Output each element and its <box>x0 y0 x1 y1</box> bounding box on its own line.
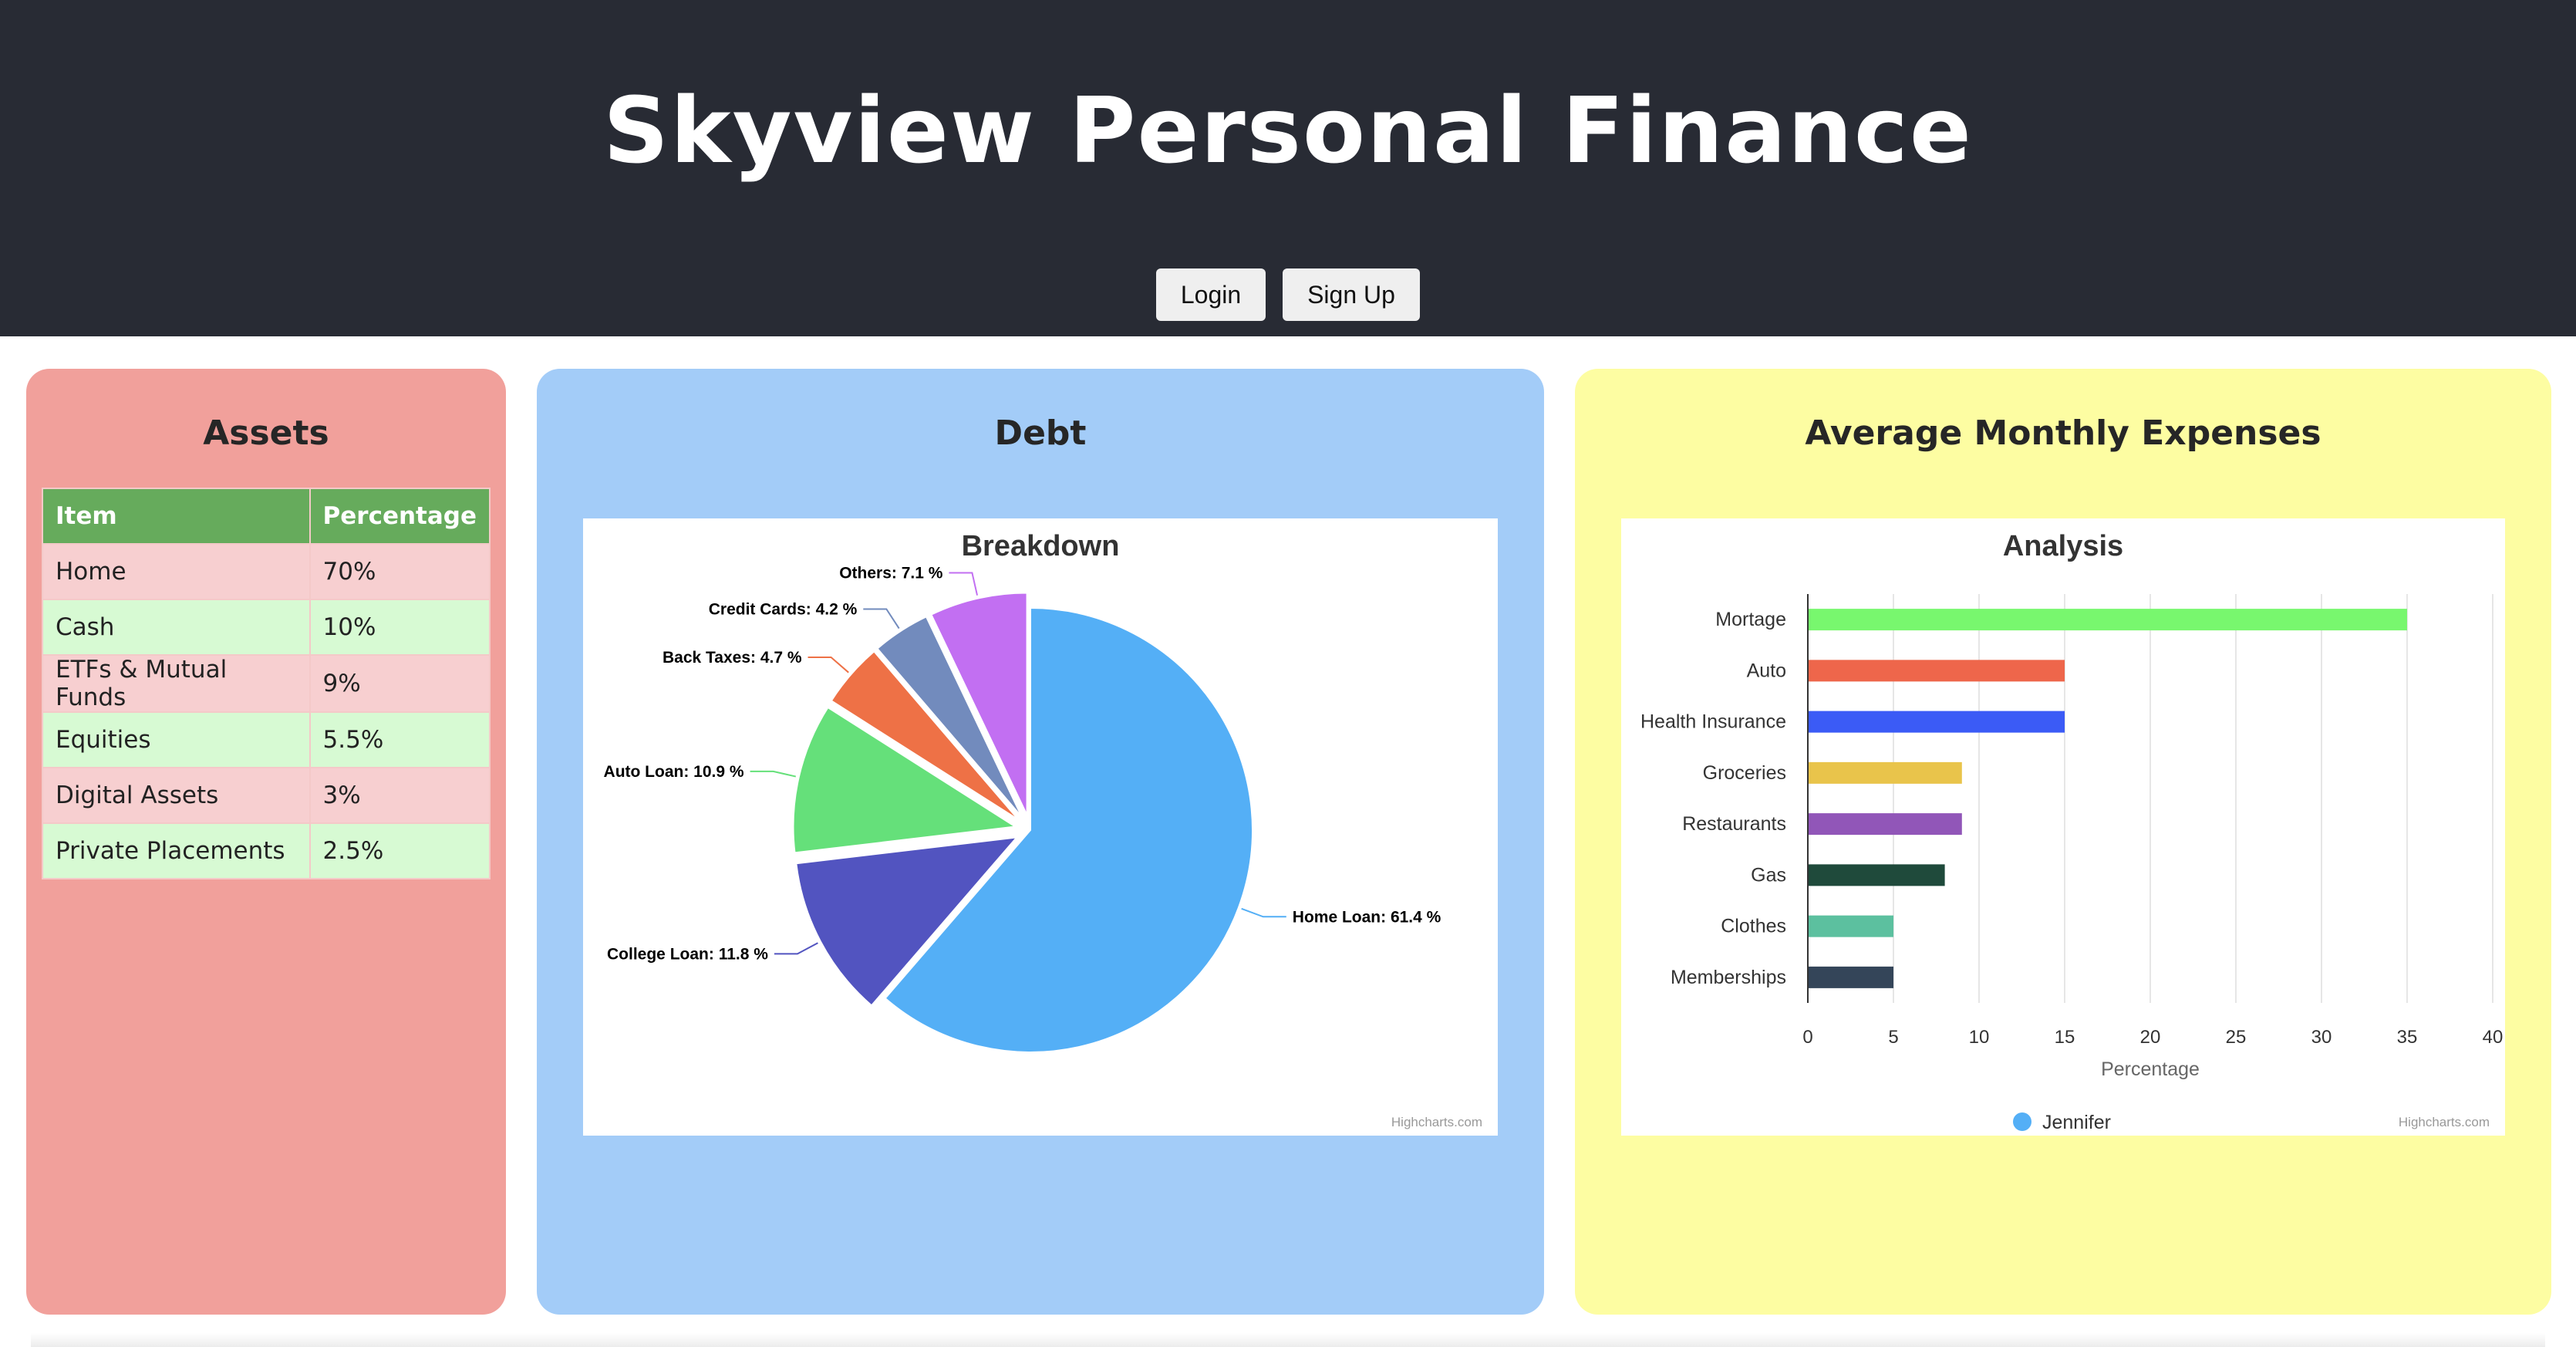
x-tick-label: 15 <box>2055 1027 2075 1048</box>
asset-percentage: 70% <box>309 543 491 600</box>
pie-data-label: Others: 7.1 % <box>839 564 943 582</box>
y-category-label: Memberships <box>1671 967 1786 988</box>
pie-data-label: Auto Loan: 10.9 % <box>604 763 744 781</box>
assets-title: Assets <box>203 414 329 453</box>
bar-chart-svg: Analysis 0 5 10 15 20 25 30 35 40 Mortage Auto Healt… <box>1640 530 2504 1133</box>
pie-data-label: Home Loan: 61.4 % <box>1293 908 1441 926</box>
pie-data-label: College Loan: 11.8 % <box>607 945 768 963</box>
bar <box>1809 761 1962 784</box>
column-header-item: Item <box>42 488 311 545</box>
asset-percentage: 3% <box>309 767 491 824</box>
table-row: Home 70% <box>42 543 491 600</box>
x-tick-label: 40 <box>2483 1027 2504 1048</box>
bar <box>1809 915 1893 937</box>
x-tick-label: 30 <box>2311 1027 2332 1048</box>
debt-title: Debt <box>994 414 1087 453</box>
login-button[interactable]: Login <box>1156 268 1266 321</box>
pie-connector <box>863 608 900 630</box>
highcharts-credit: Highcharts.com <box>2399 1115 2490 1129</box>
pie-chart-title: Breakdown <box>962 530 1120 562</box>
table-row: Digital Assets 3% <box>42 767 491 824</box>
asset-percentage: 9% <box>309 654 491 713</box>
debt-pie-chart: Breakdown Home Loan: 61.4 % College Loan: … <box>583 518 1498 1136</box>
bar <box>1809 864 1945 886</box>
bar <box>1809 966 1893 988</box>
bar-chart-title: Analysis <box>2003 530 2123 562</box>
pie-data-label: Back Taxes: 4.7 % <box>663 649 802 667</box>
y-category-label: Clothes <box>1721 916 1786 937</box>
table-row: Private Placements 2.5% <box>42 822 491 879</box>
x-tick-label: 20 <box>2140 1027 2161 1048</box>
auth-buttons: Login Sign Up <box>0 268 2576 321</box>
x-tick-label: 5 <box>1888 1027 1898 1048</box>
asset-percentage: 10% <box>309 599 491 656</box>
asset-item: Digital Assets <box>42 767 311 824</box>
page-bottom-edge <box>31 1333 2545 1347</box>
highcharts-credit: Highcharts.com <box>1391 1115 1482 1129</box>
expenses-title: Average Monthly Expenses <box>1805 414 2321 453</box>
pie-connector <box>750 770 797 778</box>
x-tick-label: 25 <box>2226 1027 2247 1048</box>
asset-percentage: 5.5% <box>309 711 491 768</box>
y-category-label: Restaurants <box>1682 813 1786 835</box>
y-category-label: Health Insurance <box>1640 711 1786 733</box>
assets-card: Assets Item Percentage Home 70% Cash 10%… <box>26 369 506 1315</box>
table-row: Cash 10% <box>42 599 491 656</box>
legend-label: Jennifer <box>2042 1112 2111 1133</box>
pie-connector <box>1241 907 1286 918</box>
table-row: ETFs & Mutual Funds 9% <box>42 654 491 713</box>
asset-item: Cash <box>42 599 311 656</box>
site-header: Skyview Personal Finance Login Sign Up <box>0 0 2576 336</box>
asset-percentage: 2.5% <box>309 822 491 879</box>
expenses-bar-chart: Analysis 0 5 10 15 20 25 30 35 40 Mortage Auto Healt… <box>1621 518 2505 1136</box>
legend-marker <box>2013 1112 2031 1131</box>
y-category-label: Gas <box>1751 864 1786 886</box>
y-category-label: Mortage <box>1715 609 1786 630</box>
pie-connector <box>808 657 849 674</box>
x-axis-title: Percentage <box>2101 1058 2200 1080</box>
asset-item: Private Placements <box>42 822 311 879</box>
asset-item: ETFs & Mutual Funds <box>42 654 311 713</box>
bar <box>1809 813 1962 836</box>
assets-table: Item Percentage Home 70% Cash 10% ETFs &… <box>42 488 491 879</box>
y-category-label: Auto <box>1747 660 1786 681</box>
bar <box>1809 660 2065 682</box>
bar <box>1809 711 2065 733</box>
signup-button[interactable]: Sign Up <box>1283 268 1420 321</box>
x-tick-label: 35 <box>2397 1027 2418 1048</box>
bar <box>1809 609 2407 631</box>
pie-connector <box>949 572 979 596</box>
x-tick-label: 10 <box>1969 1027 1990 1048</box>
y-category-label: Groceries <box>1703 762 1786 784</box>
asset-item: Home <box>42 543 311 600</box>
asset-item: Equities <box>42 711 311 768</box>
table-row: Equities 5.5% <box>42 711 491 768</box>
site-title: Skyview Personal Finance <box>603 77 1973 184</box>
pie-data-label: Credit Cards: 4.2 % <box>709 600 858 618</box>
pie-connector <box>774 942 818 955</box>
x-tick-label: 0 <box>1802 1027 1812 1048</box>
column-header-percentage: Percentage <box>309 488 491 545</box>
table-header-row: Item Percentage <box>42 488 491 545</box>
pie-chart-svg: Breakdown Home Loan: 61.4 % College Loan: … <box>604 530 1482 1129</box>
